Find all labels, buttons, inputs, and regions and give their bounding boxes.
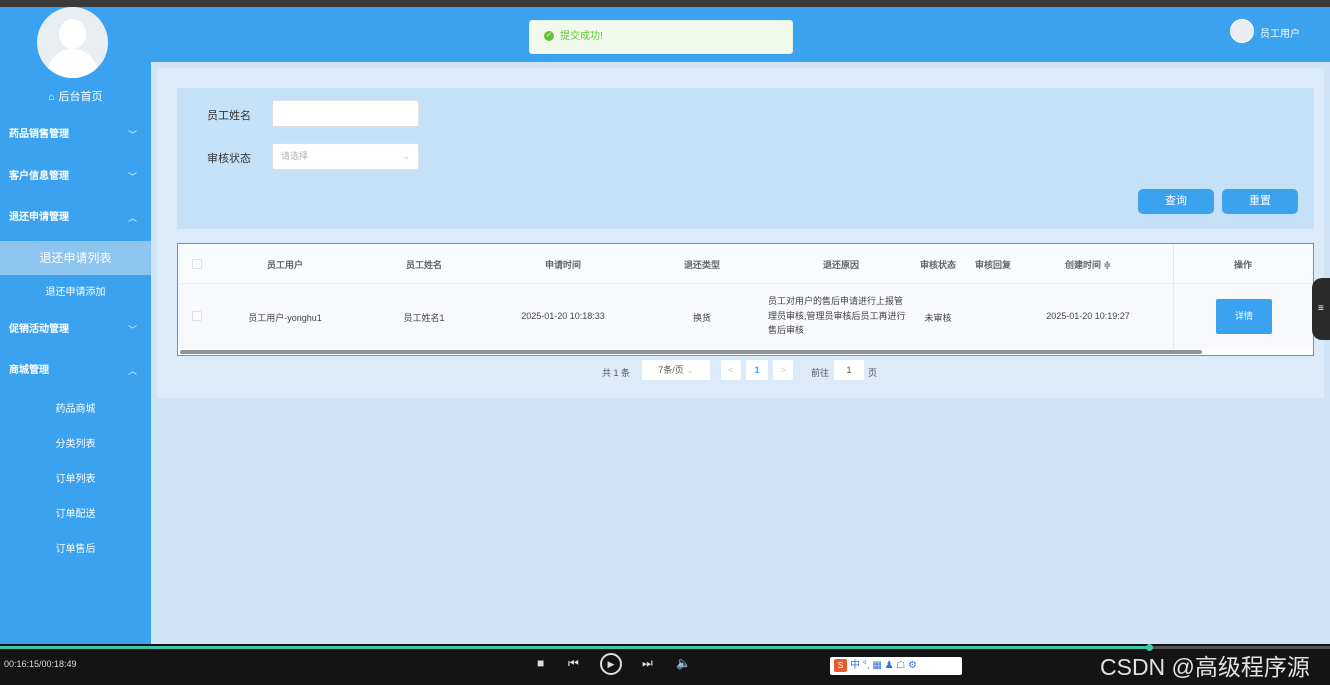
chevron-down-icon: ﹀ <box>127 130 137 140</box>
col-type: 退还类型 <box>683 260 720 270</box>
table-row: 员工用户-yonghu1 员工姓名1 2025-01-20 10:18:33 换… <box>178 284 1313 349</box>
submenu-drug-mall[interactable]: 药品商城 <box>0 395 151 425</box>
ime-tool-icons: °, ▦ ♟ ☖ ⚙ <box>862 660 918 671</box>
video-time: 00:16:15/00:18:49 <box>4 659 77 669</box>
menu-drug-sales[interactable]: 药品销售管理 ﹀ <box>0 119 151 151</box>
chevron-down-icon: ⌄ <box>686 365 694 375</box>
video-progress-fill <box>0 646 1150 649</box>
prev-page-button[interactable]: < <box>721 360 741 380</box>
name-label: 员工姓名 <box>207 110 251 122</box>
volume-icon[interactable]: 🔈 <box>676 656 691 670</box>
edge-side-tab[interactable]: ≡ <box>1312 278 1330 340</box>
chevron-down-icon: ﹀ <box>127 172 137 182</box>
main-content: 员工姓名 审核状态 请选择 ⌄ 查询 重置 员工用户 员工姓名 申请时间 退还类… <box>151 62 1330 644</box>
home-icon: ⌂ <box>48 92 55 103</box>
play-icon[interactable]: ▶ <box>600 653 622 675</box>
prev-icon[interactable]: ⏮ <box>568 656 579 671</box>
menu-promotion[interactable]: 促销活动管理 ﹀ <box>0 314 151 346</box>
stop-icon[interactable]: ■ <box>537 656 544 670</box>
sidebar: ⌂ 后台首页 药品销售管理 ﹀ 客户信息管理 ﹀ 退还申请管理 ︿ 退还申请列表 … <box>0 7 151 644</box>
col-apply-time: 申请时间 <box>544 260 581 270</box>
user-name[interactable]: 员工用户 <box>1260 25 1300 40</box>
goto-page-input[interactable]: 1 <box>834 360 864 380</box>
top-header: ✓ 提交成功! 员工用户 <box>151 7 1330 62</box>
chevron-down-icon: ﹀ <box>127 325 137 335</box>
content-panel: 员工姓名 审核状态 请选择 ⌄ 查询 重置 员工用户 员工姓名 申请时间 退还类… <box>157 68 1324 398</box>
cell-user: 员工用户-yonghu1 <box>248 313 322 323</box>
data-table: 员工用户 员工姓名 申请时间 退还类型 退还原因 审核状态 审核回复 创建时间 … <box>177 243 1314 356</box>
page-size-select[interactable]: 7条/页 ⌄ <box>642 360 710 380</box>
horizontal-scrollbar[interactable] <box>180 350 1202 354</box>
avatar-body-shape <box>47 49 98 78</box>
cell-name: 员工姓名1 <box>403 313 445 323</box>
chevron-up-icon: ︿ <box>127 366 137 376</box>
window-top-strip <box>0 0 1330 7</box>
menu-label: 商城管理 <box>9 365 49 376</box>
menu-return-apply[interactable]: 退还申请管理 ︿ <box>0 202 151 234</box>
select-all-checkbox[interactable] <box>192 259 202 269</box>
csdn-watermark: CSDN @高级程序源 <box>1100 654 1310 680</box>
cell-type: 换货 <box>692 313 711 323</box>
next-page-button[interactable]: > <box>773 360 793 380</box>
menu-customer-info[interactable]: 客户信息管理 ﹀ <box>0 161 151 193</box>
employee-name-input[interactable] <box>272 100 419 127</box>
cell-apply-time: 2025-01-20 10:18:33 <box>521 311 605 321</box>
success-toast: ✓ 提交成功! <box>529 20 793 54</box>
page-number-current[interactable]: 1 <box>746 360 768 380</box>
col-created-sortable[interactable]: 创建时间 ≑ <box>1033 258 1143 271</box>
submenu-order-delivery[interactable]: 订单配送 <box>0 500 151 530</box>
menu-label: 客户信息管理 <box>9 171 69 182</box>
table-header-row: 员工用户 员工姓名 申请时间 退还类型 退还原因 审核状态 审核回复 创建时间 … <box>178 244 1313 284</box>
cell-reason: 员工对用户的售后申请进行上报管理员审核,管理员审核后员工再进行售后审核 <box>768 296 906 335</box>
row-checkbox[interactable] <box>192 311 202 321</box>
col-user: 员工用户 <box>266 260 303 270</box>
menu-label: 药品销售管理 <box>9 129 69 140</box>
home-label: 后台首页 <box>58 91 103 103</box>
col-reply[interactable]: 审核回复 <box>968 258 1018 271</box>
search-form: 员工姓名 审核状态 请选择 ⌄ 查询 重置 <box>177 88 1314 229</box>
col-reason: 退还原因 <box>822 260 859 270</box>
sidebar-avatar <box>37 7 108 78</box>
page-unit-label: 页 <box>868 368 878 378</box>
status-placeholder: 请选择 <box>281 151 309 161</box>
user-avatar[interactable] <box>1230 19 1254 43</box>
video-player-bar: 00:16:15/00:18:49 ■ ⏮ ▶ ⏭ 🔈 S中 °, ▦ ♟ ☖ … <box>0 644 1330 685</box>
app-root: ⌂ 后台首页 药品销售管理 ﹀ 客户信息管理 ﹀ 退还申请管理 ︿ 退还申请列表 … <box>0 0 1330 685</box>
submenu-after-sales[interactable]: 订单售后 <box>0 535 151 565</box>
ime-toolbar[interactable]: S中 °, ▦ ♟ ☖ ⚙ <box>830 657 962 675</box>
chevron-up-icon: ︿ <box>127 213 137 223</box>
menu-mall[interactable]: 商城管理 ︿ <box>0 355 151 387</box>
col-status: 审核状态 <box>919 260 956 270</box>
submenu-category-list[interactable]: 分类列表 <box>0 430 151 460</box>
menu-label: 退还申请管理 <box>9 212 69 223</box>
check-circle-icon: ✓ <box>544 31 554 42</box>
page-size-label: 7条/页 <box>658 365 684 375</box>
detail-button[interactable]: 详情 <box>1216 299 1272 334</box>
ime-mode-label: 中 <box>850 660 860 671</box>
menu-label: 促销活动管理 <box>9 324 69 335</box>
pager-total: 共 1 条 <box>602 368 631 378</box>
submenu-return-list[interactable]: 退还申请列表 <box>0 241 151 275</box>
sogou-icon: S <box>834 658 847 672</box>
status-select[interactable]: 请选择 ⌄ <box>272 143 419 170</box>
chevron-down-icon: ⌄ <box>402 151 410 161</box>
submenu-order-list[interactable]: 订单列表 <box>0 465 151 495</box>
toast-message: 提交成功! <box>560 31 603 42</box>
status-label: 审核状态 <box>207 153 251 165</box>
reset-button[interactable]: 重置 <box>1222 189 1298 214</box>
submenu-return-add[interactable]: 退还申请添加 <box>0 278 151 308</box>
cell-status: 未审核 <box>924 313 952 323</box>
cell-created: 2025-01-20 10:19:27 <box>1046 311 1130 321</box>
avatar-head-shape <box>59 19 86 49</box>
col-name: 员工姓名 <box>405 260 442 270</box>
next-icon[interactable]: ⏭ <box>642 656 653 671</box>
sidebar-home-link[interactable]: ⌂ 后台首页 <box>0 87 151 107</box>
goto-label: 前往 <box>811 368 830 378</box>
query-button[interactable]: 查询 <box>1138 189 1214 214</box>
